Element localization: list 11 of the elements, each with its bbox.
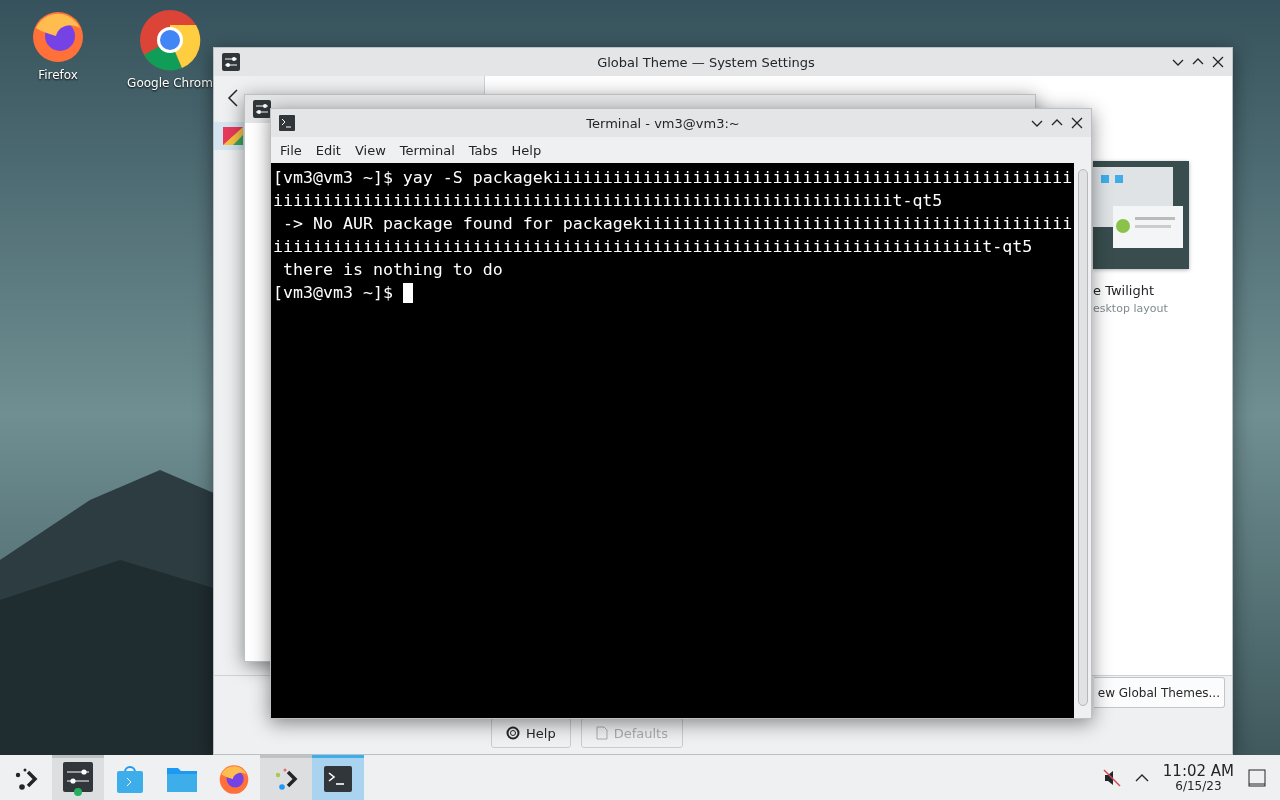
firefox-icon[interactable] [218, 763, 250, 795]
clock-time[interactable]: 11:02 AM [1162, 762, 1234, 779]
show-desktop-icon[interactable] [1248, 768, 1266, 787]
terminal-icon[interactable] [324, 766, 352, 792]
muted-speaker-icon[interactable] [1102, 768, 1121, 787]
clock-date[interactable]: 6/15/23 [1175, 778, 1222, 793]
folder-icon[interactable] [167, 766, 197, 792]
settings-icon[interactable] [63, 762, 93, 796]
chevron-up-icon[interactable] [1134, 773, 1149, 782]
connect-icon[interactable] [273, 766, 299, 792]
launcher-icon[interactable] [13, 766, 39, 792]
